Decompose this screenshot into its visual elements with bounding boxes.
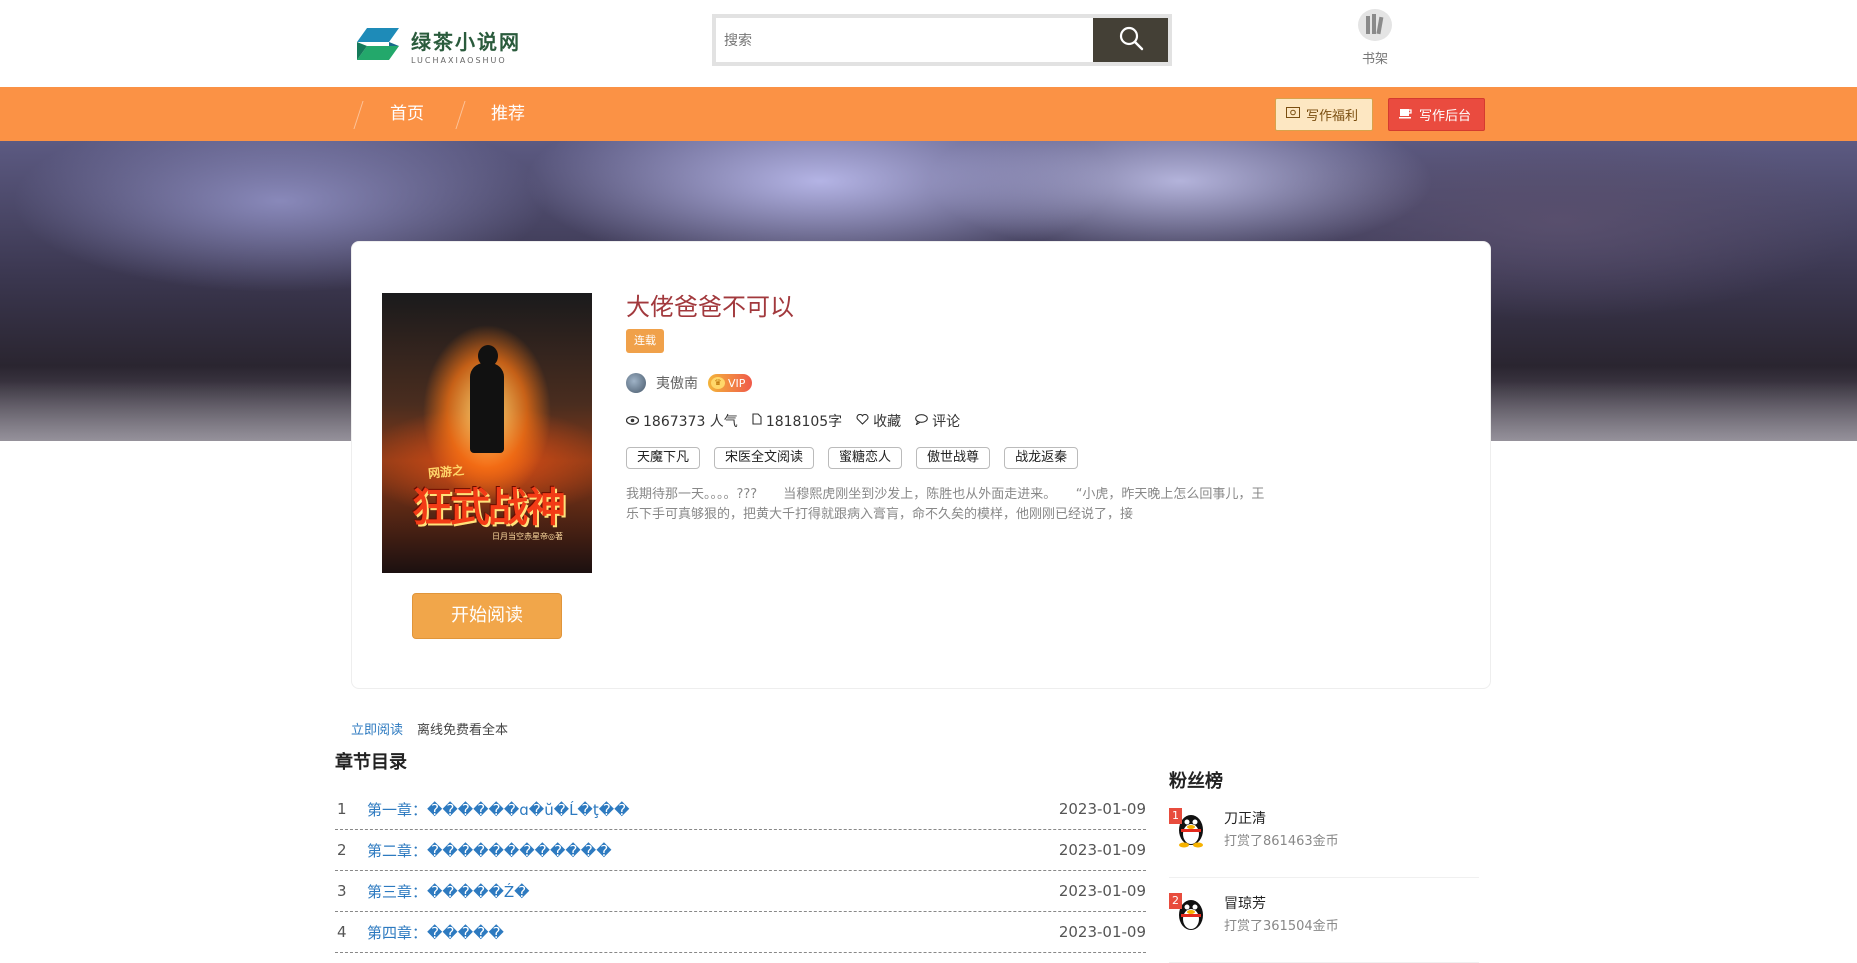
book-cover-image[interactable]: 网游之 狂武战神 日月当空赤星帝◎著 (382, 293, 592, 573)
tab-offline-free[interactable]: 离线免费看全本 (417, 719, 508, 738)
word-count-stat: 1818105字 (752, 411, 842, 431)
tag-item[interactable]: 宋医全文阅读 (714, 447, 815, 469)
chapter-date: 2023-01-09 (1058, 800, 1146, 818)
book-title: 大佬爸爸不可以 (626, 293, 794, 321)
book-info-card: 网游之 狂武战神 日月当空赤星帝◎著 开始阅读 大佬爸爸不可以 连载 夷傲南 ♛… (351, 241, 1491, 689)
fan-name: 刀正清 (1224, 811, 1266, 827)
fan-reward: 打赏了361504金币 (1224, 919, 1339, 934)
chapter-link[interactable]: 第四章：����� (367, 922, 1059, 943)
cover-figure-body (470, 363, 504, 453)
cover-title: 狂武战神 (412, 484, 566, 531)
logo-english-text: LUCHAXIAOSHUO (411, 55, 507, 65)
bookshelf-link[interactable]: 书架 (1355, 8, 1395, 68)
chapter-link[interactable]: 第一章：������ɑ�ŭ�Ĺ�ţ�� (367, 799, 1059, 820)
author-name[interactable]: 夷傲南 (656, 373, 698, 393)
main-nav: 首页 推荐 写作福利 写作后台 (0, 87, 1857, 141)
popularity-stat: 1867373 人气 (625, 411, 738, 431)
writing-welfare-button[interactable]: 写作福利 (1275, 98, 1373, 131)
favorite-button[interactable]: 收藏 (856, 411, 901, 431)
fan-item[interactable]: 1 刀正清 打赏了861463金币 (1169, 808, 1479, 878)
author-row: 夷傲南 ♛ VIP (626, 371, 1306, 395)
chapter-number: 1 (337, 800, 347, 818)
tag-item[interactable]: 战龙返秦 (1004, 447, 1079, 469)
search-icon (1118, 25, 1144, 55)
chapter-row: 3 第三章：�����Ź� 2023-01-09 (335, 871, 1146, 912)
comment-icon (915, 413, 929, 429)
money-icon (1286, 107, 1300, 122)
chapter-date: 2023-01-09 (1058, 882, 1146, 900)
fan-item[interactable]: 2 冒琼芳 打赏了361504金币 (1169, 893, 1479, 963)
logo-book-icon (353, 24, 403, 66)
fan-rank-badge: 1 (1169, 808, 1182, 824)
chapter-link[interactable]: 第二章：������������ (367, 840, 1059, 861)
nav-divider (455, 101, 466, 129)
favorite-label: 收藏 (873, 414, 902, 430)
cover-author: 日月当空赤星帝◎著 (492, 532, 563, 541)
start-reading-button[interactable]: 开始阅读 (412, 593, 562, 639)
eye-icon (625, 413, 640, 429)
chapter-date: 2023-01-09 (1058, 923, 1146, 941)
crown-icon: ♛ (711, 377, 725, 389)
book-intro: 我期待那一天。。。。??? 当穆熙虎刚坐到沙发上，陈胜也从外面走进来。 “小虎，… (626, 487, 1265, 522)
nav-item-recommend[interactable]: 推荐 (491, 87, 525, 141)
nav-item-home[interactable]: 首页 (390, 87, 424, 141)
cup-icon (1399, 107, 1413, 123)
vip-label: VIP (728, 376, 746, 390)
chapter-row: 1 第一章：������ɑ�ŭ�Ĺ�ţ�� 2023-01-09 (335, 789, 1146, 830)
writing-backend-button[interactable]: 写作后台 (1388, 98, 1485, 131)
search-input[interactable] (716, 18, 1093, 62)
chapter-row: 2 第二章：������������ 2023-01-09 (335, 830, 1146, 871)
site-logo[interactable]: 绿茶小说网 LUCHAXIAOSHUO (353, 22, 523, 68)
writing-backend-label: 写作后台 (1419, 109, 1472, 124)
writing-welfare-label: 写作福利 (1306, 109, 1359, 124)
top-header: 绿茶小说网 LUCHAXIAOSHUO 书架 (0, 0, 1857, 87)
book-info: 大佬爸爸不可以 连载 夷傲南 ♛ VIP 1867373 人气 1818105字 (625, 287, 1306, 525)
comment-label: 评论 (932, 414, 961, 430)
fan-rank-badge: 2 (1169, 893, 1182, 909)
author-avatar[interactable] (626, 373, 646, 393)
chapter-list-title: 章节目录 (335, 752, 407, 773)
word-count-value: 1818105字 (765, 414, 843, 430)
tag-item[interactable]: 蜜糖恋人 (828, 447, 903, 469)
chapter-number: 2 (337, 841, 347, 859)
tag-item[interactable]: 傲世战尊 (916, 447, 991, 469)
fan-reward: 打赏了861463金币 (1224, 834, 1339, 849)
logo-chinese-text: 绿茶小说网 (411, 29, 521, 54)
tag-item[interactable]: 天魔下凡 (626, 447, 701, 469)
chapter-date: 2023-01-09 (1058, 841, 1146, 859)
chapter-list: 1 第一章：������ɑ�ŭ�Ĺ�ţ�� 2023-01-09 2 第二章：�… (335, 789, 1146, 953)
book-stats: 1867373 人气 1818105字 收藏 评论 (625, 411, 1306, 431)
comment-button[interactable]: 评论 (915, 411, 960, 431)
chapter-row: 4 第四章：����� 2023-01-09 (335, 912, 1146, 953)
tab-read-now[interactable]: 立即阅读 (351, 719, 403, 738)
chapter-number: 4 (337, 923, 347, 941)
search-box (712, 14, 1172, 66)
fans-ranking-title: 粉丝榜 (1169, 771, 1223, 792)
vip-badge: ♛ VIP (708, 374, 753, 392)
chapter-link[interactable]: 第三章：�����Ź� (367, 881, 1059, 902)
chapter-number: 3 (337, 882, 347, 900)
bookshelf-icon (1357, 9, 1393, 46)
status-badge: 连载 (626, 329, 664, 353)
search-button[interactable] (1093, 18, 1168, 62)
book-tags: 天魔下凡 宋医全文阅读 蜜糖恋人 傲世战尊 战龙返秦 (626, 447, 1306, 469)
chapter-tabs: 立即阅读 离线免费看全本 (351, 719, 508, 738)
nav-divider (353, 101, 364, 129)
document-icon (752, 413, 762, 429)
fan-name: 冒琼芳 (1224, 896, 1266, 912)
popularity-value: 1867373 人气 (643, 414, 738, 430)
heart-icon (856, 413, 869, 429)
bookshelf-label: 书架 (1361, 52, 1388, 67)
